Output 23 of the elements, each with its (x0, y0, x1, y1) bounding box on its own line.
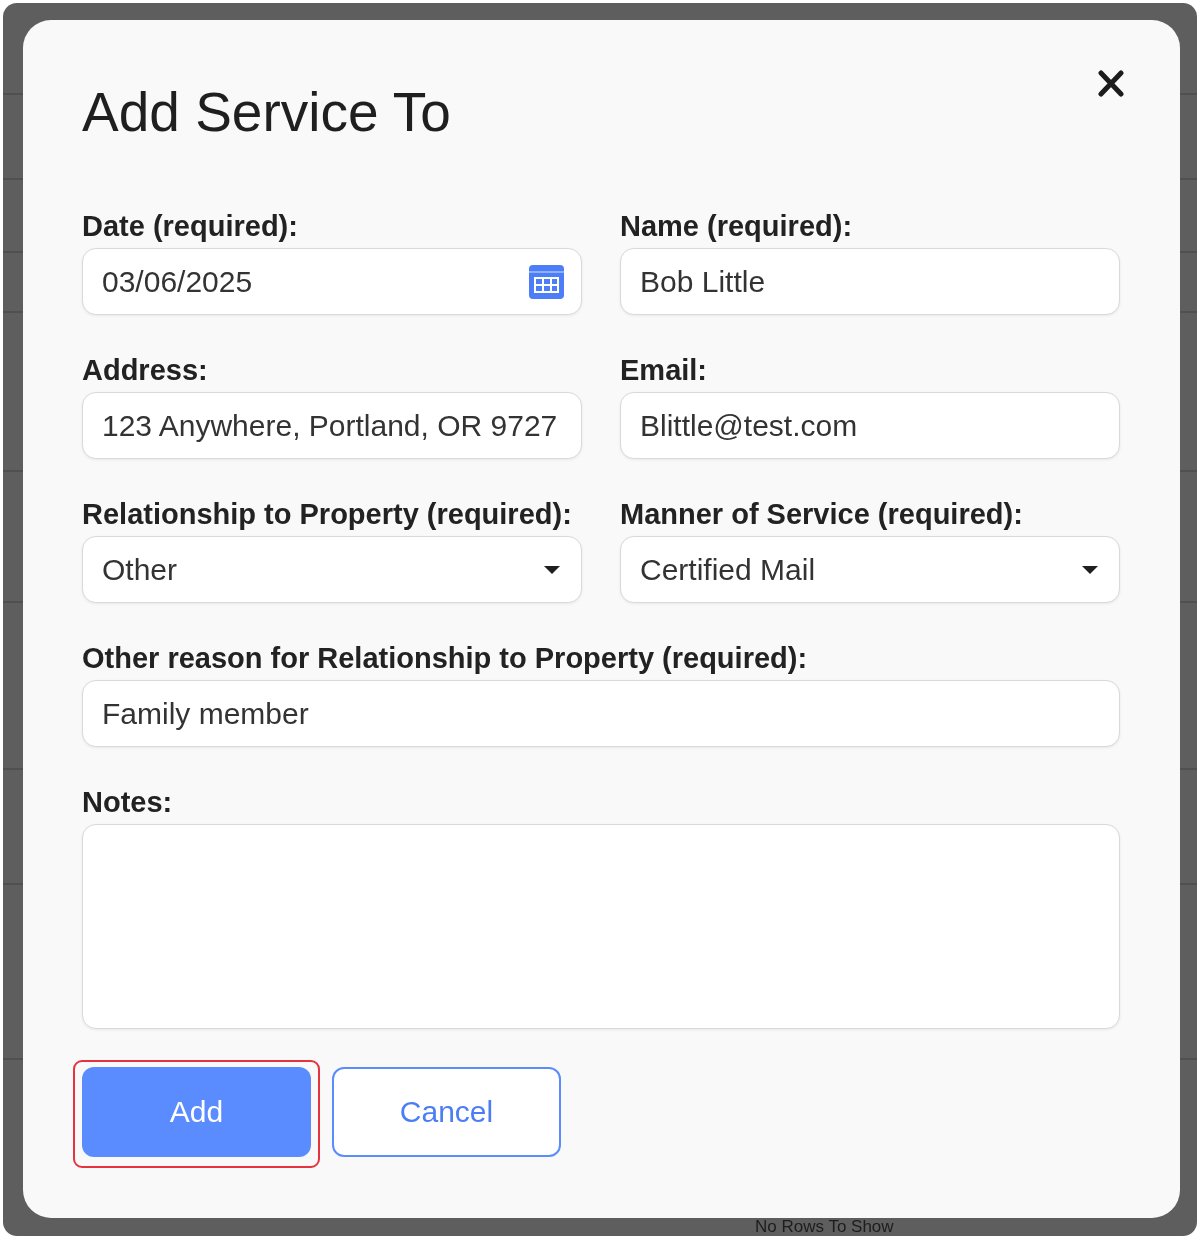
caret-icon (1082, 565, 1098, 574)
notes-field[interactable] (82, 824, 1120, 1029)
field-label: Relationship to Property (required): (82, 497, 572, 531)
field-label: Other reason for Relationship to Property (required): (82, 641, 808, 675)
text-field[interactable]: Bob Little (620, 248, 1120, 315)
field-label: Notes: (82, 785, 173, 819)
cancel-button[interactable]: Cancel (332, 1067, 561, 1157)
dropdown[interactable]: Certified Mail (620, 536, 1120, 603)
dropdown[interactable]: Other (82, 536, 582, 603)
field-label: Manner of Service (required): (620, 497, 1023, 531)
text-field[interactable]: 123 Anywhere, Portland, OR 9727 (82, 392, 582, 459)
field-label: Date (required): (82, 209, 298, 243)
text-field[interactable]: Blittle@test.com (620, 392, 1120, 459)
text-field[interactable]: Family member (82, 680, 1120, 747)
close-icon[interactable] (1098, 70, 1124, 97)
calendar-icon[interactable] (529, 264, 564, 299)
dialog-title: Add Service To (82, 82, 451, 142)
date-field[interactable]: 03/06/2025 (82, 248, 582, 315)
field-label: Name (required): (620, 209, 853, 243)
field-label: Email: (620, 353, 708, 387)
caret-icon (544, 565, 560, 574)
field-label: Address: (82, 353, 208, 387)
empty-table-message: No Rows To Show (755, 1218, 894, 1236)
